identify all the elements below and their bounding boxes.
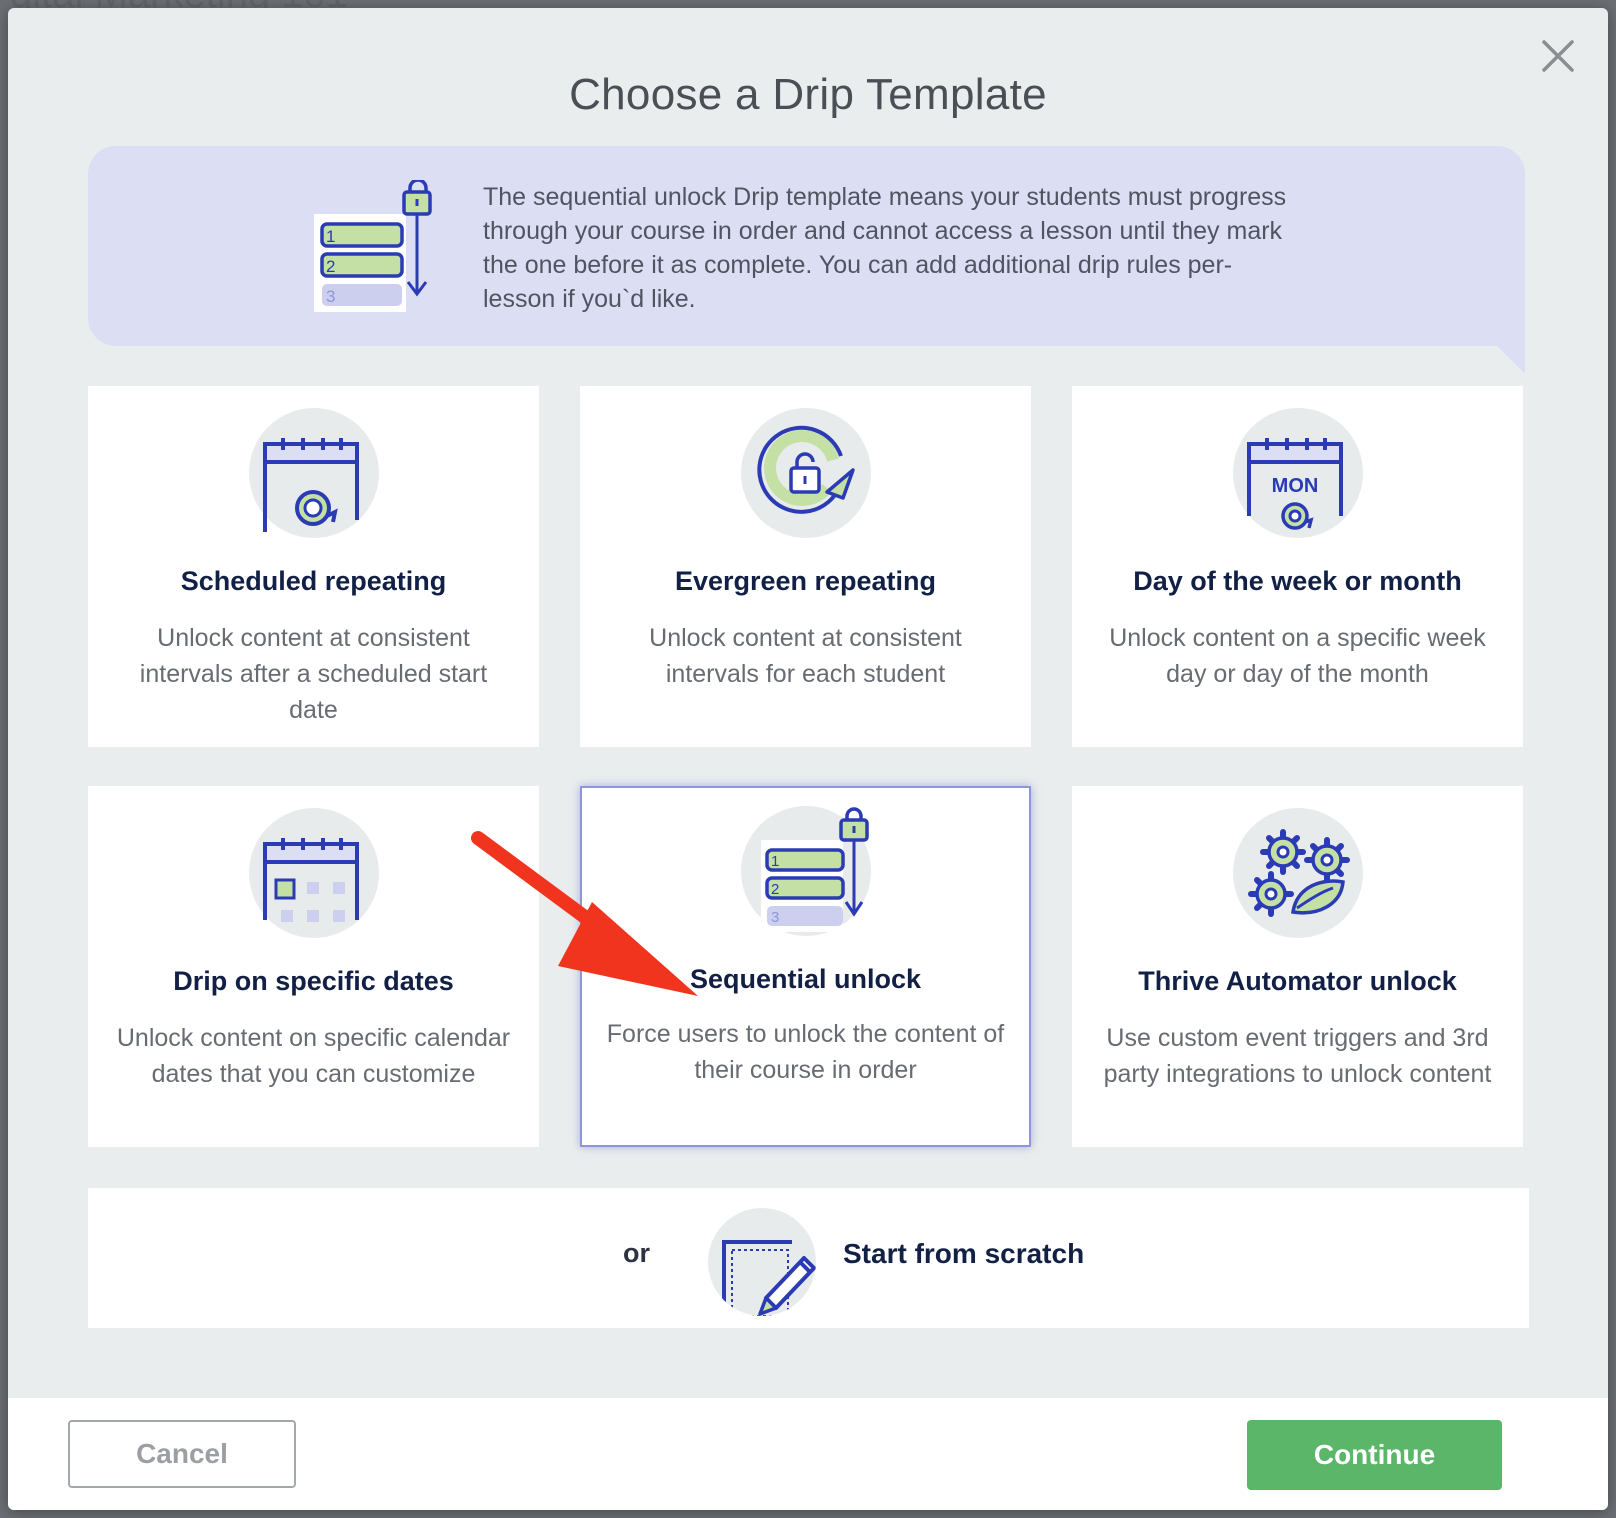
pencil-canvas-icon <box>722 1240 816 1316</box>
list-number-1: 1 <box>771 853 779 870</box>
card-title: Scheduled repeating <box>180 566 447 596</box>
card-description: Use custom event triggers and 3rd party … <box>1103 1024 1492 1088</box>
list-number-2: 2 <box>771 881 779 898</box>
start-from-scratch-row: or Start from scratch <box>88 1188 1529 1328</box>
or-label: or <box>623 1238 650 1268</box>
calendar-dates-icon <box>262 838 359 922</box>
card-description: Unlock content at consistent intervals a… <box>139 624 488 724</box>
drip-template-modal: Choose a Drip Template 1 2 3 The sequent… <box>8 8 1608 1510</box>
gears-leaf-icon <box>1247 829 1350 917</box>
annotation-arrow-icon <box>471 831 698 996</box>
list-number-3: 3 <box>326 287 335 306</box>
modal-footer: Cancel Continue <box>8 1398 1608 1510</box>
card-description: Force users to unlock the content of the… <box>606 1020 1005 1084</box>
list-number-1: 1 <box>326 227 335 246</box>
cancel-button[interactable]: Cancel <box>68 1420 296 1488</box>
info-text: The sequential unlock Drip template mean… <box>483 183 1287 313</box>
calendar-repeat-icon <box>262 438 359 532</box>
card-description: Unlock content on a specific week day or… <box>1109 624 1486 688</box>
template-card-scheduled-repeating[interactable]: Scheduled repeating Unlock content at co… <box>88 386 539 747</box>
sequential-list-lock-icon: 1 2 3 <box>760 807 869 932</box>
card-title: Drip on specific dates <box>173 966 454 996</box>
card-title: Day of the week or month <box>1133 566 1462 596</box>
start-from-scratch-link[interactable]: Start from scratch <box>843 1238 1084 1270</box>
calendar-mon-icon: MON <box>1246 438 1343 530</box>
sequential-list-lock-icon: 1 2 3 <box>314 180 432 312</box>
card-title: Evergreen repeating <box>674 566 937 596</box>
card-description: Unlock content at consistent intervals f… <box>649 624 962 688</box>
info-banner: 1 2 3 The sequential unlock Drip templat… <box>88 146 1525 374</box>
template-card-thrive-automator[interactable]: Thrive Automator unlock Use custom event… <box>1072 786 1523 1147</box>
template-card-evergreen-repeating[interactable]: Evergreen repeating Unlock content at co… <box>580 386 1031 747</box>
modal-title: Choose a Drip Template <box>569 70 1047 119</box>
start-from-scratch-icon-button[interactable] <box>708 1208 816 1316</box>
calendar-day-label: MON <box>1271 475 1318 497</box>
template-card-day-of-week[interactable]: MON Day of the week or month Unlock cont… <box>1072 386 1523 747</box>
continue-button[interactable]: Continue <box>1247 1420 1502 1490</box>
list-number-3: 3 <box>771 909 779 926</box>
card-title: Thrive Automator unlock <box>1138 966 1457 996</box>
card-description: Unlock content on specific calendar date… <box>116 1024 511 1088</box>
lock-cycle-icon <box>756 425 855 514</box>
list-number-2: 2 <box>326 257 335 276</box>
